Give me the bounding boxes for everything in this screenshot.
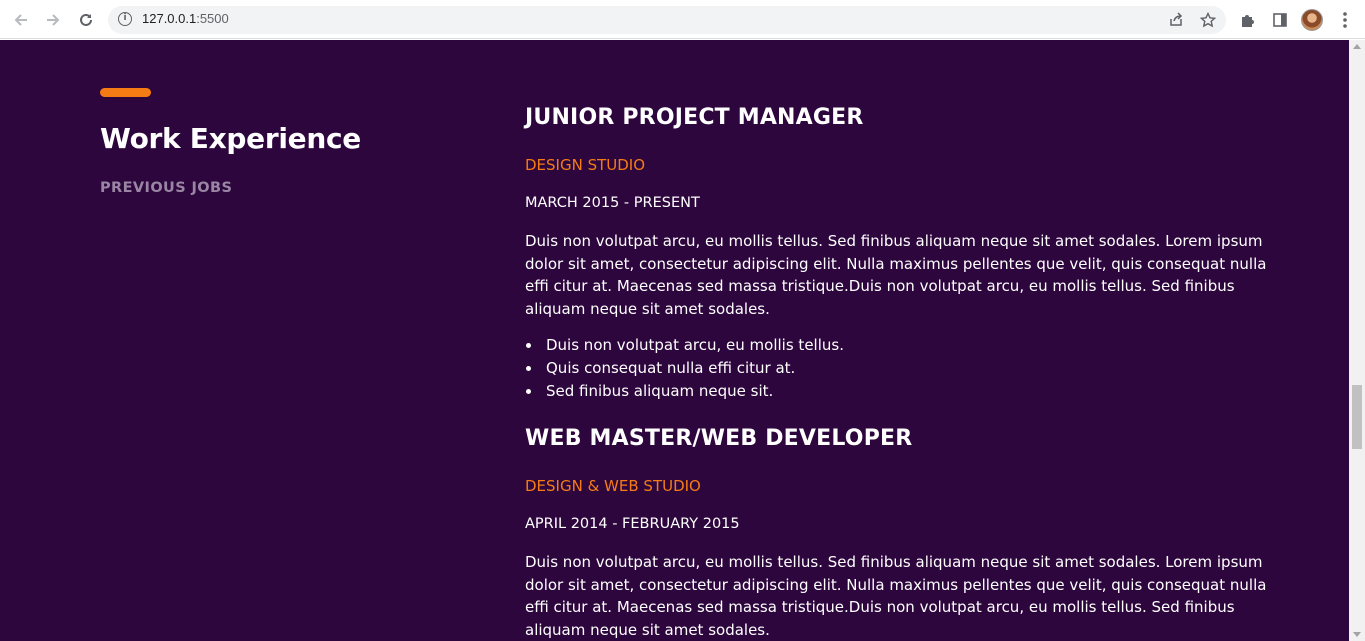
section-title: Work Experience [100, 122, 361, 155]
job-company: DESIGN & WEB STUDIO [525, 477, 701, 496]
browser-toolbar: i 127.0.0.1:5500 [0, 0, 1365, 39]
page-scrollbar[interactable] [1349, 40, 1365, 641]
site-info-icon[interactable]: i [118, 12, 132, 26]
jobs-list: JUNIOR PROJECT MANAGER DESIGN STUDIO MAR… [525, 104, 1275, 641]
page-content: Work Experience PREVIOUS JOBS JUNIOR PRO… [0, 40, 1349, 641]
job-entry: JUNIOR PROJECT MANAGER DESIGN STUDIO MAR… [525, 104, 1275, 402]
back-arrow-icon[interactable] [9, 8, 33, 32]
job-bullet: Duis non volutpat arcu, eu mollis tellus… [525, 334, 1275, 357]
profile-avatar[interactable] [1301, 9, 1323, 31]
address-bar[interactable]: i 127.0.0.1:5500 [108, 6, 1226, 34]
job-title: WEB MASTER/WEB DEVELOPER [525, 426, 913, 452]
scroll-thumb[interactable] [1352, 385, 1362, 449]
url-port: :5500 [196, 11, 229, 26]
url-host: 127.0.0.1 [142, 11, 197, 26]
reload-icon[interactable] [74, 8, 98, 32]
share-icon[interactable] [1164, 8, 1188, 32]
section-accent-bar [100, 88, 151, 97]
job-company: DESIGN STUDIO [525, 156, 646, 174]
side-panel-icon[interactable] [1268, 8, 1292, 32]
job-bullet-list: Duis non volutpat arcu, eu mollis tellus… [525, 334, 1275, 402]
scroll-down-arrow-icon[interactable] [1353, 632, 1361, 637]
job-dates: MARCH 2015 - PRESENT [525, 195, 700, 211]
job-bullet: Sed finibus aliquam neque sit. [525, 380, 1275, 403]
section-subtitle: PREVIOUS JOBS [100, 180, 233, 196]
bookmark-star-icon[interactable] [1196, 8, 1220, 32]
job-bullet: Quis consequat nulla effi citur at. [525, 357, 1275, 380]
extensions-puzzle-icon[interactable] [1236, 8, 1260, 32]
job-description: Duis non volutpat arcu, eu mollis tellus… [525, 553, 1267, 639]
job-description: Duis non volutpat arcu, eu mollis tellus… [525, 232, 1267, 318]
forward-arrow-icon[interactable] [41, 8, 65, 32]
job-title: JUNIOR PROJECT MANAGER [525, 105, 864, 130]
menu-kebab-icon[interactable] [1333, 8, 1357, 32]
url-text[interactable]: 127.0.0.1:5500 [142, 11, 229, 26]
scroll-up-arrow-icon[interactable] [1353, 44, 1361, 49]
job-entry: WEB MASTER/WEB DEVELOPER DESIGN & WEB ST… [525, 425, 1275, 641]
job-dates: APRIL 2014 - FEBRUARY 2015 [525, 516, 740, 533]
